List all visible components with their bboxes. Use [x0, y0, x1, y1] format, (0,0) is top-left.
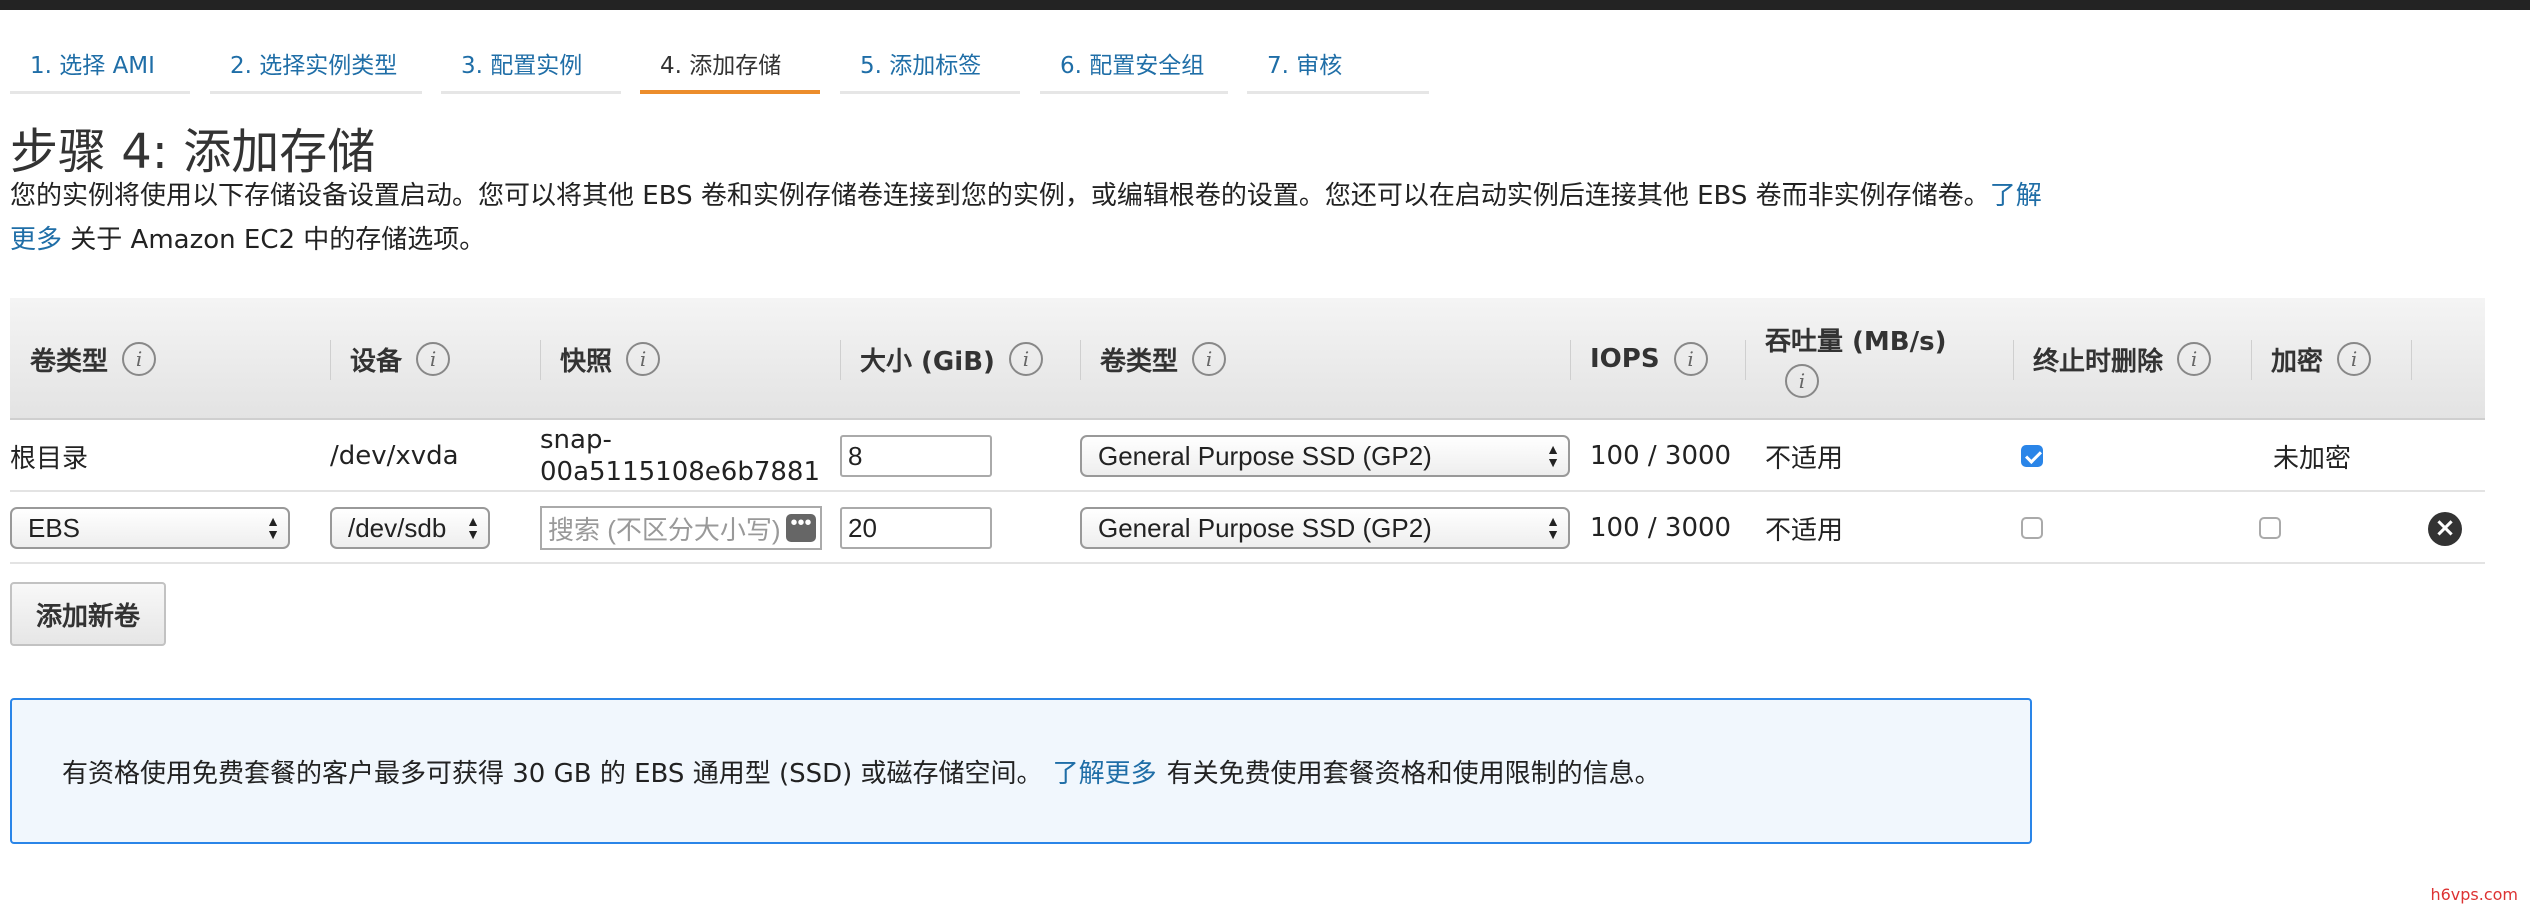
volume-type-value: General Purpose SSD (GP2): [1098, 440, 1432, 471]
column-volume-category: 卷类型 i: [10, 298, 330, 420]
select-arrows-icon: ▲ ▼: [1546, 513, 1560, 542]
header-label: 终止时删除: [2033, 346, 2164, 377]
free-tier-info-alert: 有资格使用免费套餐的客户最多可获得 30 GB 的 EBS 通用型 (SSD) …: [10, 698, 2032, 844]
size-input[interactable]: [840, 507, 992, 549]
add-new-volume-button[interactable]: 添加新卷: [10, 582, 166, 646]
volume-category: 根目录: [10, 443, 89, 474]
snapshot-id-line2: 00a5115108e6b7881: [540, 457, 821, 487]
info-icon[interactable]: i: [1785, 363, 1819, 398]
device-value: /dev/sdb: [348, 512, 447, 543]
description-suffix: 关于 Amazon EC2 中的存储选项。: [62, 225, 486, 255]
column-separator: [2251, 340, 2252, 380]
info-icon[interactable]: i: [416, 342, 451, 376]
header-label: 卷类型: [30, 346, 109, 377]
volume-category-value: EBS: [28, 512, 81, 543]
header-label: 大小 (GiB): [860, 346, 995, 377]
device-select[interactable]: /dev/sdb ▲ ▼: [330, 507, 490, 549]
size-cell: [840, 420, 992, 492]
header-label: 设备: [350, 346, 403, 377]
page-title: 步骤 4: 添加存储: [10, 124, 376, 180]
column-separator: [2411, 340, 2412, 380]
volume-type-cell: General Purpose SSD (GP2) ▲ ▼: [1080, 492, 1570, 564]
encryption-status: 未加密: [2273, 443, 2352, 474]
device-cell: /dev/sdb ▲ ▼: [330, 492, 490, 564]
info-icon[interactable]: i: [626, 342, 661, 376]
table-header: 卷类型 i 设备 i 快照 i 大小 (GiB) i 卷类型 i IOPS i 吞吐量 (M…: [10, 298, 2485, 420]
iops-value: 100 / 3000: [1590, 513, 1732, 543]
watermark: h6vps.com: [2430, 885, 2518, 904]
snapshot-search-input[interactable]: 搜索 (不区分大小写) •••: [540, 506, 822, 550]
column-volume-type: 卷类型 i: [1080, 298, 1570, 420]
column-delete-on-termination: 终止时删除 i: [2013, 298, 2251, 420]
info-icon[interactable]: i: [2337, 342, 2372, 376]
info-icon[interactable]: i: [2177, 342, 2212, 376]
alert-text: 有资格使用免费套餐的客户最多可获得 30 GB 的 EBS 通用型 (SSD) …: [62, 758, 1043, 789]
snapshot-id-line1: snap-: [540, 425, 612, 455]
header-label: IOPS: [1590, 344, 1660, 374]
more-dots-icon[interactable]: •••: [786, 513, 816, 542]
size-input[interactable]: [840, 435, 992, 477]
alert-text-suffix: 有关免费使用套餐资格和使用限制的信息。: [1166, 758, 1661, 789]
volume-type-select[interactable]: General Purpose SSD (GP2) ▲ ▼: [1080, 435, 1570, 477]
volume-category-cell: EBS ▲ ▼: [10, 492, 290, 564]
table-row: EBS ▲▼ /dev/sdb ▲▼ 搜索 (不区分大小写) ••• Gener…: [10, 492, 2485, 564]
column-separator: [1570, 340, 1571, 380]
top-bar: [0, 0, 2530, 10]
throughput-value: 不适用: [1765, 443, 1844, 474]
tab-add-tags[interactable]: 5. 添加标签: [840, 38, 1020, 94]
snapshot-id: snap- 00a5115108e6b7881: [540, 420, 820, 492]
encryption-cell: [2259, 492, 2281, 564]
info-icon[interactable]: i: [1008, 342, 1043, 376]
info-icon[interactable]: i: [1673, 342, 1708, 376]
header-label: 加密: [2271, 346, 2324, 377]
tab-review[interactable]: 7. 审核: [1247, 38, 1429, 94]
select-arrows-icon: ▲ ▼: [466, 513, 480, 542]
delete-on-termination-checkbox[interactable]: [2021, 517, 2043, 539]
size-cell: [840, 492, 992, 564]
delete-on-termination-checkbox[interactable]: [2021, 445, 2043, 467]
volume-type-value: General Purpose SSD (GP2): [1098, 512, 1432, 543]
page-description: 您的实例将使用以下存储设备设置启动。您可以将其他 EBS 卷和实例存储卷连接到您…: [10, 174, 2060, 262]
tab-add-storage[interactable]: 4. 添加存储: [640, 38, 820, 94]
delete-on-termination-cell: [2021, 492, 2043, 564]
header-label: 吞吐量 (MB/s): [1765, 326, 1947, 357]
column-iops: IOPS i: [1570, 298, 1745, 420]
iops-value: 100 / 3000: [1590, 441, 1732, 471]
select-arrows-icon: ▲ ▼: [266, 513, 280, 542]
info-icon[interactable]: i: [122, 342, 157, 376]
column-separator: [840, 340, 841, 380]
snapshot-cell: 搜索 (不区分大小写) •••: [540, 492, 822, 564]
column-separator: [1745, 340, 1746, 380]
column-separator: [540, 340, 541, 380]
column-separator: [2013, 340, 2014, 380]
column-snapshot: 快照 i: [540, 298, 840, 420]
tab-choose-instance-type[interactable]: 2. 选择实例类型: [210, 38, 422, 94]
volume-type-cell: General Purpose SSD (GP2) ▲ ▼: [1080, 420, 1570, 492]
delete-on-termination-cell: [2021, 420, 2043, 492]
throughput-value: 不适用: [1765, 515, 1844, 546]
snapshot-search-placeholder: 搜索 (不区分大小写): [548, 514, 781, 545]
encryption-checkbox[interactable]: [2259, 517, 2281, 539]
column-throughput: 吞吐量 (MB/s) i: [1745, 298, 2013, 420]
info-icon[interactable]: i: [1192, 342, 1227, 376]
select-arrows-icon: ▲ ▼: [1546, 441, 1560, 470]
tab-configure-instance[interactable]: 3. 配置实例: [441, 38, 621, 94]
header-label: 卷类型: [1100, 346, 1179, 377]
volume-category-select[interactable]: EBS ▲ ▼: [10, 507, 290, 549]
column-separator: [330, 340, 331, 380]
remove-icon[interactable]: ×: [2428, 512, 2462, 546]
column-separator: [1080, 340, 1081, 380]
column-device: 设备 i: [330, 298, 540, 420]
tab-choose-ami[interactable]: 1. 选择 AMI: [10, 38, 190, 94]
header-label: 快照: [560, 346, 613, 377]
tab-configure-security-group[interactable]: 6. 配置安全组: [1040, 38, 1228, 94]
device-name: /dev/xvda: [330, 441, 459, 471]
column-encryption: 加密 i: [2251, 298, 2411, 420]
volume-type-select[interactable]: General Purpose SSD (GP2) ▲ ▼: [1080, 507, 1570, 549]
column-size: 大小 (GiB) i: [840, 298, 1080, 420]
description-text: 您的实例将使用以下存储设备设置启动。您可以将其他 EBS 卷和实例存储卷连接到您…: [10, 181, 1990, 211]
alert-learn-more-link[interactable]: 了解更多: [1053, 753, 1157, 790]
table-row: 根目录 /dev/xvda snap- 00a5115108e6b7881 Ge…: [10, 420, 2485, 492]
column-actions: [2411, 298, 2485, 420]
